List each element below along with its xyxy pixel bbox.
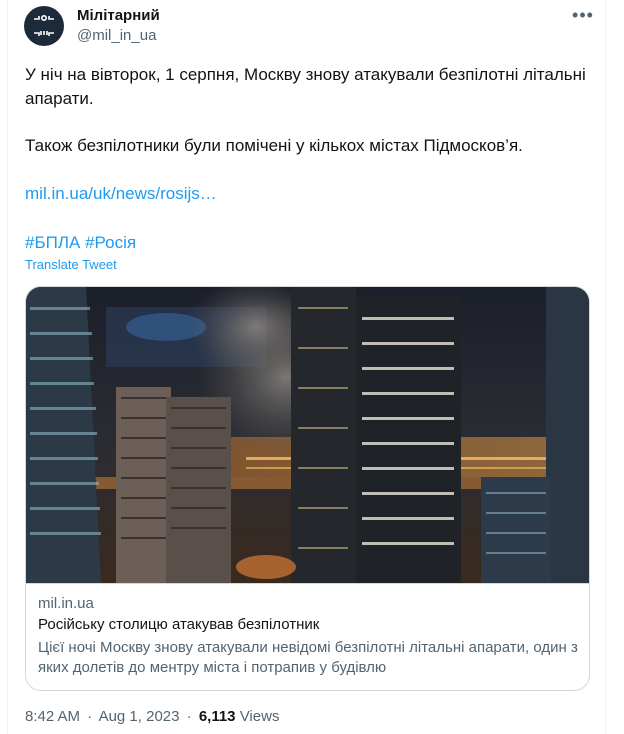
author-handle[interactable]: @mil_in_ua (77, 27, 156, 44)
more-options-button[interactable]: ••• (568, 4, 598, 25)
link-preview-card[interactable]: mil.in.ua Російську столицю атакував без… (25, 286, 590, 691)
views-label: Views (239, 708, 280, 725)
tweet-link[interactable]: mil.in.ua/uk/news/rosijs… (25, 182, 217, 206)
card-domain: mil.in.ua (38, 595, 94, 612)
hashtag-bpla[interactable]: #БПЛА (25, 233, 80, 252)
card-meta: mil.in.ua Російську столицю атакував без… (26, 583, 589, 690)
card-image[interactable] (26, 287, 589, 583)
tweet-paragraph: У ніч на вівторок, 1 серпня, Москву знов… (25, 65, 586, 108)
author-name[interactable]: Мілітарний (77, 7, 160, 24)
tweet-paragraph: Також безпілотники були помічені у кільк… (25, 136, 523, 155)
separator: · (186, 708, 192, 725)
city-night-image (26, 287, 589, 583)
card-title: Російську столицю атакував безпілотник (38, 616, 320, 633)
separator: · (87, 708, 93, 725)
hashtags: #БПЛА #Росія (25, 231, 136, 255)
avatar[interactable] (24, 6, 64, 46)
views-count: 6,113 (198, 708, 236, 725)
translate-tweet-link[interactable]: Translate Tweet (25, 257, 117, 272)
tweet-text: У ніч на вівторок, 1 серпня, Москву знов… (25, 63, 595, 111)
hashtag-russia[interactable]: #Росія (85, 233, 136, 252)
tweet-date[interactable]: Aug 1, 2023 (99, 708, 180, 725)
militarnyi-logo-icon (34, 15, 54, 36)
tweet-footer: 8:42 AM · Aug 1, 2023 · 6,113 Views (25, 708, 279, 725)
card-description: Цієї ночі Москву знову атакували невідом… (38, 639, 578, 676)
more-horizontal-icon: ••• (572, 4, 594, 25)
tweet-time[interactable]: 8:42 AM (25, 708, 80, 725)
